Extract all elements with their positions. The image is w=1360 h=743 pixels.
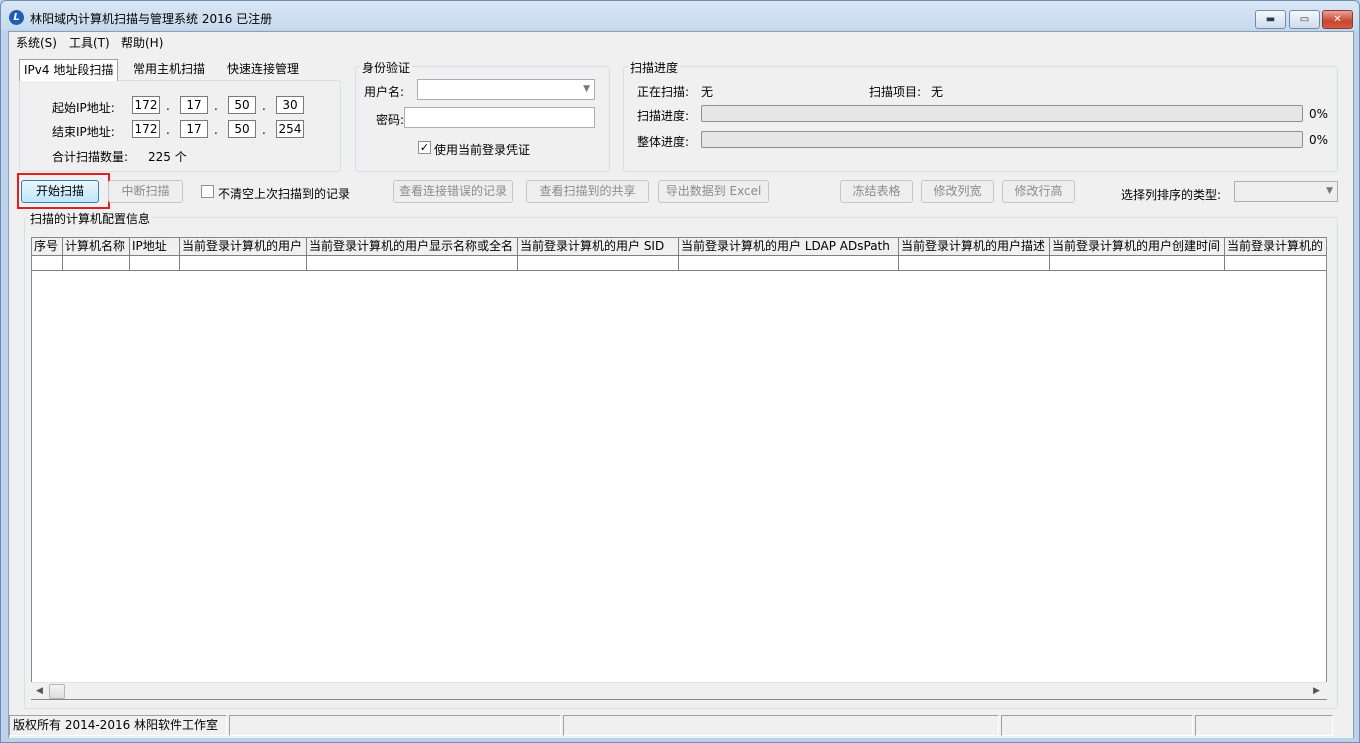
start-ip-octet-1[interactable]: 172 [132,96,160,114]
grid-cell[interactable] [130,256,180,271]
end-ip-octet-1[interactable]: 172 [132,120,160,138]
end-ip-label: 结束IP地址: [52,125,115,139]
app-icon: L [9,10,24,25]
start-ip-label: 起始IP地址: [52,101,115,115]
scan-count-label: 合计扫描数量: [52,150,129,164]
grid-cell[interactable] [1050,256,1225,271]
scan-progress-label: 扫描进度: [637,109,690,123]
scan-item-value: 无 [931,85,944,99]
scan-count-value: 225 个 [148,150,187,164]
col-user-more[interactable]: 当前登录计算机的 [1225,238,1326,256]
computer-grid[interactable]: 序号 计算机名称 IP地址 当前登录计算机的用户 当前登录计算机的用户显示名称或… [31,237,1327,700]
status-pane-4 [1001,715,1193,736]
start-ip-octet-4[interactable]: 30 [276,96,304,114]
status-pane-3 [563,715,999,736]
scan-progress-percent: 0% [1309,107,1329,121]
menu-bar: 系统(S) 工具(T) 帮助(H) [9,32,1353,52]
grid-cell[interactable] [32,256,63,271]
progress-group-title: 扫描进度 [628,59,681,76]
password-input[interactable] [404,107,595,128]
tab-quick-connect[interactable]: 快速连接管理 [223,59,303,81]
scroll-thumb[interactable] [49,684,65,699]
col-computer-name[interactable]: 计算机名称 [63,238,130,256]
overall-progress-bar [701,131,1303,148]
grid-cell[interactable] [518,256,679,271]
row-height-button[interactable]: 修改行高 [1002,180,1075,203]
ip-dot: . [262,123,266,137]
freeze-table-button[interactable]: 冻结表格 [840,180,913,203]
username-combo[interactable]: ▼ [417,79,595,100]
stop-scan-button[interactable]: 中断扫描 [108,180,183,203]
grid-cell[interactable] [899,256,1050,271]
ip-dot: . [214,99,218,113]
status-pane-2 [229,715,561,736]
sort-type-label: 选择列排序的类型: [1121,188,1222,202]
horizontal-scrollbar[interactable]: ◀ ▶ [31,682,1327,699]
grid-cell[interactable] [63,256,130,271]
app-window: L 林阳域内计算机扫描与管理系统 2016 已注册 ▬ ▭ ✕ 系统(S) 工具… [0,0,1360,743]
tab-ipv4-range[interactable]: IPv4 地址段扫描 [19,59,119,81]
window-title: 林阳域内计算机扫描与管理系统 2016 已注册 [30,12,273,26]
start-ip-octet-3[interactable]: 50 [228,96,256,114]
grid-group-title: 扫描的计算机配置信息 [28,210,153,227]
chevron-down-icon[interactable]: ▼ [1326,182,1333,201]
keep-records-label: 不清空上次扫描到的记录 [218,187,351,201]
sort-type-combo[interactable]: ▼ [1234,181,1338,202]
end-ip-octet-2[interactable]: 17 [180,120,208,138]
client-area: 系统(S) 工具(T) 帮助(H) IPv4 地址段扫描 常用主机扫描 快速连接… [8,31,1354,738]
grid-cell[interactable] [180,256,307,271]
table-row[interactable] [32,256,1326,271]
grid-cell[interactable] [1225,256,1326,271]
minimize-button[interactable]: ▬ [1255,10,1286,29]
ip-dot: . [262,99,266,113]
title-bar[interactable]: L 林阳域内计算机扫描与管理系统 2016 已注册 ▬ ▭ ✕ [1,1,1359,31]
view-shares-button[interactable]: 查看扫描到的共享 [526,180,649,203]
start-ip-octet-2[interactable]: 17 [180,96,208,114]
grid-header: 序号 计算机名称 IP地址 当前登录计算机的用户 当前登录计算机的用户显示名称或… [32,238,1326,256]
scanning-value: 无 [701,85,714,99]
status-pane-5 [1195,715,1333,736]
scan-item-label: 扫描项目: [869,85,922,99]
view-errors-button[interactable]: 查看连接错误的记录 [393,180,513,203]
end-ip-octet-4[interactable]: 254 [276,120,304,138]
export-excel-button[interactable]: 导出数据到 Excel [658,180,769,203]
column-width-button[interactable]: 修改列宽 [921,180,994,203]
menu-system[interactable]: 系统(S) [16,34,57,51]
ip-dot: . [166,99,170,113]
end-ip-octet-3[interactable]: 50 [228,120,256,138]
scanning-label: 正在扫描: [637,85,690,99]
col-current-user[interactable]: 当前登录计算机的用户 [180,238,307,256]
scan-progress-bar [701,105,1303,122]
col-user-created-time[interactable]: 当前登录计算机的用户创建时间 [1050,238,1225,256]
tab-common-hosts[interactable]: 常用主机扫描 [129,59,209,81]
overall-progress-label: 整体进度: [637,135,690,149]
col-user-sid[interactable]: 当前登录计算机的用户 SID [518,238,679,256]
menu-tools[interactable]: 工具(T) [69,34,110,51]
col-user-display-name[interactable]: 当前登录计算机的用户显示名称或全名 [307,238,518,256]
username-label: 用户名: [364,85,405,99]
close-button[interactable]: ✕ [1322,10,1353,29]
maximize-button[interactable]: ▭ [1289,10,1320,29]
ip-dot: . [214,123,218,137]
chevron-down-icon[interactable]: ▼ [583,80,590,99]
password-label: 密码: [376,113,405,127]
keep-records-checkbox[interactable] [201,185,214,198]
start-scan-button[interactable]: 开始扫描 [21,180,99,203]
grid-cell[interactable] [679,256,899,271]
scroll-right-icon[interactable]: ▶ [1313,686,1320,696]
grid-cell[interactable] [307,256,518,271]
ip-dot: . [166,123,170,137]
status-copyright: 版权所有 2014-2016 林阳软件工作室 [9,715,227,736]
menu-help[interactable]: 帮助(H) [121,34,163,51]
col-index[interactable]: 序号 [32,238,63,256]
col-ip-address[interactable]: IP地址 [130,238,180,256]
status-bar: 版权所有 2014-2016 林阳软件工作室 [9,714,1353,738]
overall-progress-percent: 0% [1309,133,1329,147]
auth-group-title: 身份验证 [360,59,413,76]
use-current-credentials-label: 使用当前登录凭证 [434,143,531,157]
col-user-ldap-adspath[interactable]: 当前登录计算机的用户 LDAP ADsPath [679,238,899,256]
scroll-left-icon[interactable]: ◀ [36,686,43,696]
use-current-credentials-checkbox[interactable]: ✓ [418,141,431,154]
col-user-description[interactable]: 当前登录计算机的用户描述 [899,238,1050,256]
